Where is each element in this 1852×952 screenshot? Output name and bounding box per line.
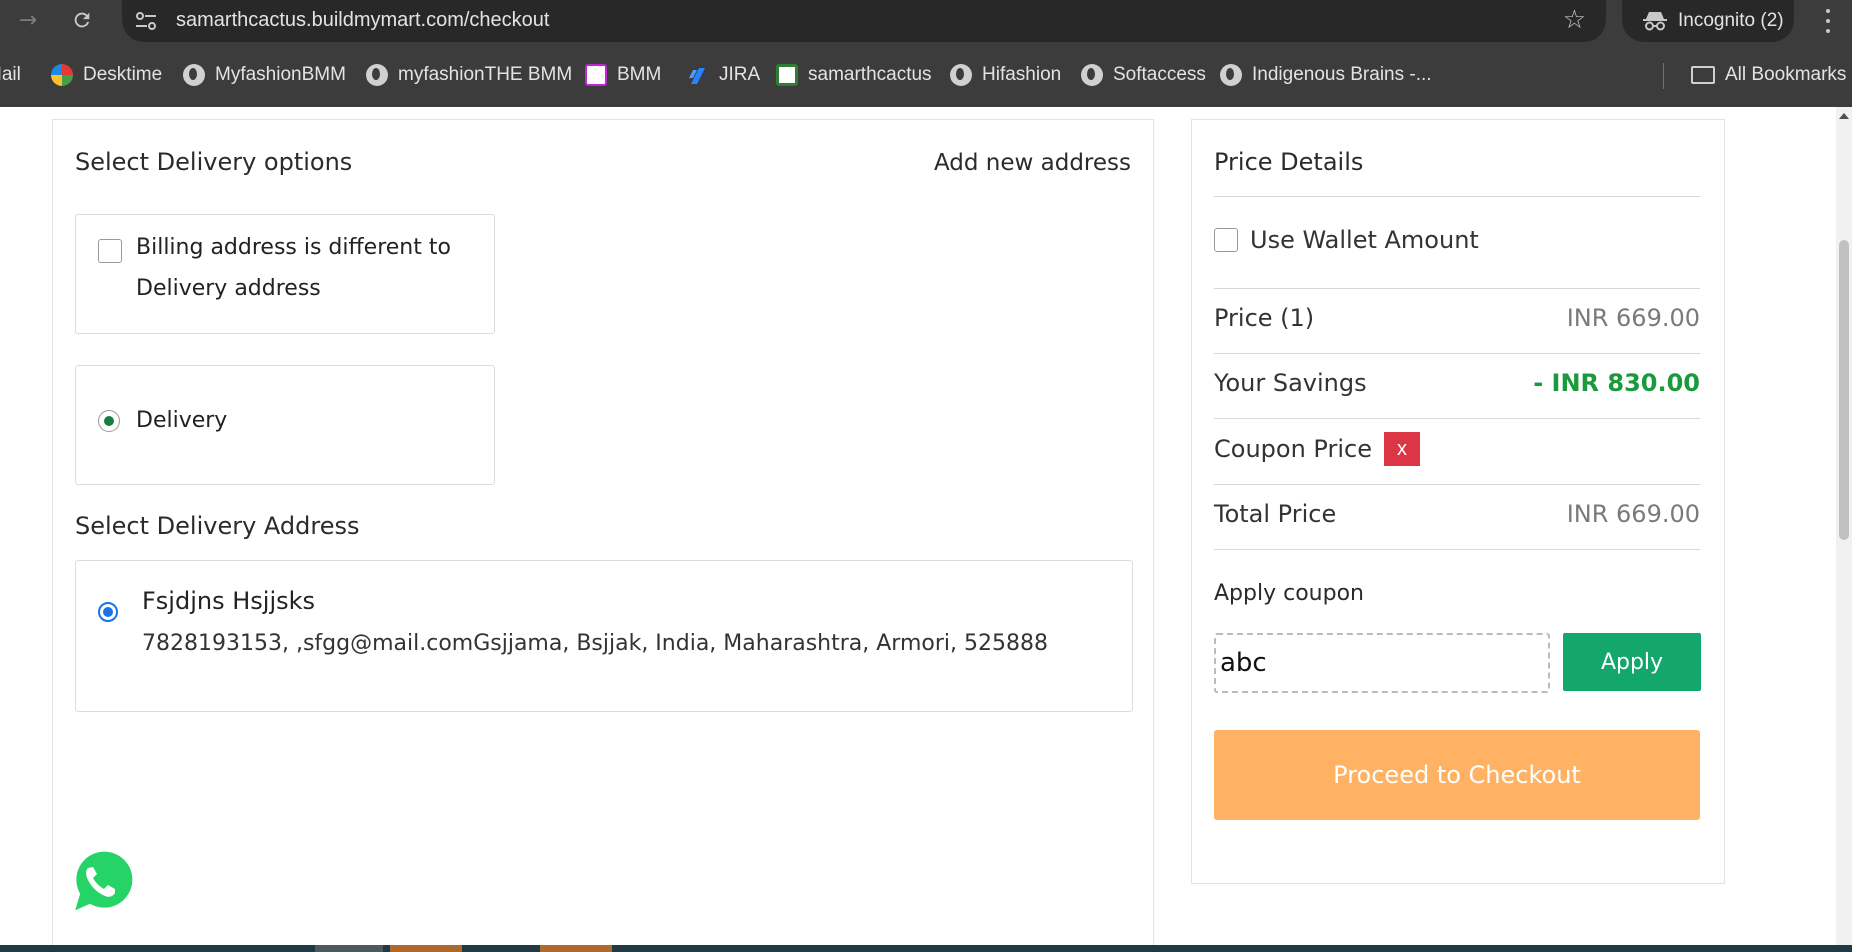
whatsapp-chat-icon[interactable] xyxy=(60,842,140,922)
wallet-row[interactable]: Use Wallet Amount xyxy=(1214,220,1700,260)
billing-option-label-line2: Delivery address xyxy=(136,276,321,301)
browser-toolbar: → samarthcactus.buildmymart.com/checkout… xyxy=(0,0,1852,42)
jira-icon xyxy=(689,68,705,84)
globe-icon xyxy=(366,64,388,86)
bookmark-label: Indigenous Brains -... xyxy=(1252,64,1432,85)
proceed-to-checkout-button[interactable]: Proceed to Checkout xyxy=(1214,730,1700,820)
use-wallet-checkbox[interactable] xyxy=(1214,228,1238,252)
divider xyxy=(1214,353,1700,354)
bookmark-label: samarthcactus xyxy=(808,64,932,85)
address-radio[interactable] xyxy=(98,602,118,622)
desktime-icon xyxy=(51,64,73,86)
bookmark-myfashion-the-bmm[interactable]: myfashionTHE BMM xyxy=(366,62,572,88)
coupon-code-input[interactable] xyxy=(1214,633,1550,693)
billing-address-option[interactable]: Billing address is different to Delivery… xyxy=(75,214,495,334)
delivery-panel: Select Delivery options Add new address … xyxy=(52,119,1154,952)
price-details-title: Price Details xyxy=(1214,148,1364,176)
bookmark-samarthcactus[interactable]: samarthcactus xyxy=(776,62,932,88)
bookmark-bmm[interactable]: BMM xyxy=(585,62,661,88)
remove-coupon-button[interactable]: x xyxy=(1383,432,1420,466)
bookmarks-bar: Mail Desktime MyfashionBMM myfashionTHE … xyxy=(0,56,1852,92)
bookmark-label: MyfashionBMM xyxy=(215,64,346,85)
address-bar[interactable]: samarthcactus.buildmymart.com/checkout ☆ xyxy=(122,0,1606,42)
total-price-row: Total Price INR 669.00 xyxy=(1214,494,1700,534)
billing-option-label-line1: Billing address is different to xyxy=(136,235,451,260)
globe-icon xyxy=(950,64,972,86)
apply-coupon-title: Apply coupon xyxy=(1214,581,1364,606)
delivery-address-card[interactable]: Fsjdjns Hsjjsks 7828193153, ,sfgg@mail.c… xyxy=(75,560,1133,712)
price-details-panel: Price Details Use Wallet Amount Price (1… xyxy=(1191,119,1725,884)
scrollbar-thumb[interactable] xyxy=(1839,240,1849,540)
delivery-options-title: Select Delivery options xyxy=(75,148,353,176)
billing-different-checkbox[interactable] xyxy=(98,239,122,263)
price-value: INR 669.00 xyxy=(1566,304,1700,332)
delivery-radio[interactable] xyxy=(98,410,120,432)
bookmark-label: Mail xyxy=(0,64,21,85)
bookmark-hifashion[interactable]: Hifashion xyxy=(950,62,1061,88)
footer-strip-segment xyxy=(315,945,383,952)
bmm-logo-icon xyxy=(585,64,607,86)
price-label: Price (1) xyxy=(1214,304,1315,332)
price-row: Price (1) INR 669.00 xyxy=(1214,298,1700,338)
divider xyxy=(1214,484,1700,485)
total-price-value: INR 669.00 xyxy=(1566,500,1700,528)
bookmark-jira[interactable]: JIRA xyxy=(687,62,760,88)
bookmark-mail[interactable]: Mail xyxy=(0,62,21,88)
add-new-address-link[interactable]: Add new address xyxy=(934,150,1131,176)
divider xyxy=(1214,196,1700,197)
savings-label: Your Savings xyxy=(1214,369,1367,397)
globe-icon xyxy=(1081,64,1103,86)
globe-icon xyxy=(183,64,205,86)
bookmark-indigenous-brains[interactable]: Indigenous Brains -... xyxy=(1220,62,1432,88)
footer-strip xyxy=(0,945,1852,952)
total-price-label: Total Price xyxy=(1214,500,1337,528)
delivery-option[interactable]: Delivery xyxy=(75,365,495,485)
bookmark-label: Desktime xyxy=(83,64,163,85)
bookmark-myfashionbmm[interactable]: MyfashionBMM xyxy=(183,62,346,88)
address-name: Fsjdjns Hsjjsks xyxy=(142,587,316,615)
coupon-price-row: Coupon Price x xyxy=(1214,429,1700,469)
divider xyxy=(1214,418,1700,419)
incognito-button[interactable]: Incognito (2) xyxy=(1622,0,1794,42)
bookmark-label: JIRA xyxy=(719,64,761,85)
bookmark-label: Softaccess xyxy=(1113,64,1206,85)
forward-arrow-icon[interactable]: → xyxy=(12,4,44,36)
footer-strip-segment xyxy=(390,945,462,952)
reload-icon[interactable] xyxy=(66,4,98,36)
scroll-up-arrow-icon[interactable] xyxy=(1839,113,1849,119)
footer-strip-segment xyxy=(540,945,612,952)
url-text[interactable]: samarthcactus.buildmymart.com/checkout xyxy=(176,9,549,32)
incognito-label: Incognito (2) xyxy=(1678,10,1784,31)
divider xyxy=(1214,288,1700,289)
page-scrollbar[interactable] xyxy=(1836,107,1852,952)
use-wallet-label: Use Wallet Amount xyxy=(1250,226,1479,254)
folder-icon xyxy=(1691,66,1715,84)
bookmarks-separator xyxy=(1663,63,1664,89)
samarthcactus-logo-icon xyxy=(776,64,798,86)
divider xyxy=(1214,549,1700,550)
address-detail: 7828193153, ,sfgg@mail.comGsjjama, Bsjja… xyxy=(142,631,1048,656)
bookmark-label: BMM xyxy=(617,64,662,85)
all-bookmarks-label: All Bookmarks xyxy=(1725,64,1847,85)
bookmark-softaccess[interactable]: Softaccess xyxy=(1081,62,1206,88)
bookmark-star-icon[interactable]: ☆ xyxy=(1563,4,1586,36)
apply-coupon-button[interactable]: Apply xyxy=(1563,633,1701,691)
checkout-page: Select Delivery options Add new address … xyxy=(0,107,1852,952)
all-bookmarks-button[interactable]: All Bookmarks xyxy=(1691,62,1846,88)
incognito-icon xyxy=(1643,12,1667,31)
delivery-option-label: Delivery xyxy=(136,408,228,433)
savings-value: - INR 830.00 xyxy=(1533,369,1700,397)
bookmark-label: myfashionTHE BMM xyxy=(398,64,573,85)
site-info-icon[interactable] xyxy=(134,10,158,32)
globe-icon xyxy=(1220,64,1242,86)
savings-row: Your Savings - INR 830.00 xyxy=(1214,363,1700,403)
browser-chrome: → samarthcactus.buildmymart.com/checkout… xyxy=(0,0,1852,107)
bookmark-label: Hifashion xyxy=(982,64,1062,85)
browser-menu-icon[interactable] xyxy=(1816,6,1840,36)
bookmark-desktime[interactable]: Desktime xyxy=(51,62,162,88)
delivery-address-title: Select Delivery Address xyxy=(75,512,360,540)
coupon-price-label: Coupon Price xyxy=(1214,435,1372,463)
